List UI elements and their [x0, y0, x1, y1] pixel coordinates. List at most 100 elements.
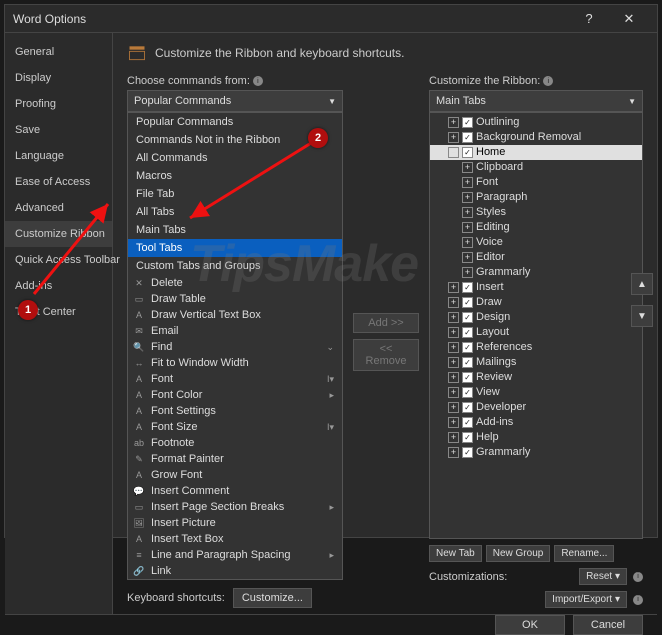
rename-button[interactable]: Rename... [554, 545, 614, 562]
tree-item[interactable]: +Font [430, 175, 642, 190]
command-item[interactable]: ↔Fit to Window Width [128, 355, 342, 371]
ok-button[interactable]: OK [495, 615, 565, 635]
move-up-button[interactable]: ▲ [631, 273, 653, 295]
command-item[interactable]: 🖼Insert Picture [128, 515, 342, 531]
command-item[interactable]: AFontI▾ [128, 371, 342, 387]
checkbox[interactable]: ✓ [462, 387, 473, 398]
tree-item[interactable]: +✓Review [430, 370, 642, 385]
dropdown-item[interactable]: Tool Tabs [128, 239, 342, 257]
checkbox[interactable]: ✓ [462, 357, 473, 368]
sidebar-item-add-ins[interactable]: Add-ins [5, 273, 112, 299]
checkbox[interactable]: ✓ [462, 402, 473, 413]
checkbox[interactable]: ✓ [462, 147, 473, 158]
sidebar-item-display[interactable]: Display [5, 65, 112, 91]
expand-icon[interactable]: + [448, 432, 459, 443]
tree-item[interactable]: +✓Insert [430, 280, 642, 295]
info-icon[interactable]: i [253, 76, 263, 86]
expand-icon[interactable]: + [448, 372, 459, 383]
command-item[interactable]: 💬Insert Comment [128, 483, 342, 499]
command-item[interactable]: AFont SizeI▾ [128, 419, 342, 435]
expand-icon[interactable]: + [448, 327, 459, 338]
checkbox[interactable]: ✓ [462, 327, 473, 338]
checkbox[interactable]: ✓ [462, 132, 473, 143]
remove-button[interactable]: << Remove [353, 339, 419, 371]
expand-icon[interactable]: + [448, 297, 459, 308]
expand-icon[interactable]: + [448, 447, 459, 458]
collapse-icon[interactable]: − [448, 147, 459, 158]
sidebar-item-proofing[interactable]: Proofing [5, 91, 112, 117]
dropdown-item[interactable]: Macros [128, 167, 342, 185]
cancel-button[interactable]: Cancel [573, 615, 643, 635]
checkbox[interactable]: ✓ [462, 297, 473, 308]
tree-item[interactable]: +Editor [430, 250, 642, 265]
expand-icon[interactable]: + [462, 207, 473, 218]
tree-item[interactable]: +✓Outlining [430, 115, 642, 130]
ribbon-tree[interactable]: +✓Outlining+✓Background Removal−✓Home+Cl… [429, 112, 643, 539]
tree-item[interactable]: +✓Developer [430, 400, 642, 415]
expand-icon[interactable]: + [448, 117, 459, 128]
checkbox[interactable]: ✓ [462, 342, 473, 353]
tree-item[interactable]: +Voice [430, 235, 642, 250]
expand-icon[interactable]: + [462, 252, 473, 263]
tree-item[interactable]: +✓Help [430, 430, 642, 445]
checkbox[interactable]: ✓ [462, 282, 473, 293]
tree-item[interactable]: +✓View [430, 385, 642, 400]
expand-icon[interactable]: + [462, 162, 473, 173]
help-button[interactable]: ? [569, 5, 609, 33]
expand-icon[interactable]: + [462, 267, 473, 278]
dropdown-item[interactable]: File Tab [128, 185, 342, 203]
sidebar-item-advanced[interactable]: Advanced [5, 195, 112, 221]
checkbox[interactable]: ✓ [462, 117, 473, 128]
command-item[interactable]: 🔗Link [128, 563, 342, 579]
tree-item[interactable]: +✓Mailings [430, 355, 642, 370]
dropdown-item[interactable]: All Commands [128, 149, 342, 167]
expand-icon[interactable]: + [448, 342, 459, 353]
command-item[interactable]: ≡Line and Paragraph Spacing▸ [128, 547, 342, 563]
choose-commands-combo[interactable]: Popular Commands ▼ [127, 90, 343, 112]
expand-icon[interactable]: + [462, 237, 473, 248]
tree-item[interactable]: −✓Home [430, 145, 642, 160]
expand-icon[interactable]: + [462, 177, 473, 188]
expand-icon[interactable]: + [448, 402, 459, 413]
expand-icon[interactable]: + [448, 357, 459, 368]
move-down-button[interactable]: ▼ [631, 305, 653, 327]
tree-item[interactable]: +Editing [430, 220, 642, 235]
new-group-button[interactable]: New Group [486, 545, 551, 562]
checkbox[interactable]: ✓ [462, 417, 473, 428]
new-tab-button[interactable]: New Tab [429, 545, 482, 562]
command-item[interactable]: AInsert Text Box [128, 531, 342, 547]
command-item[interactable]: ✉Email [128, 323, 342, 339]
sidebar-item-ease-of-access[interactable]: Ease of Access [5, 169, 112, 195]
tree-item[interactable]: +Grammarly [430, 265, 642, 280]
expand-icon[interactable]: + [448, 312, 459, 323]
command-item[interactable]: AFont Color▸ [128, 387, 342, 403]
sidebar-item-language[interactable]: Language [5, 143, 112, 169]
dropdown-item[interactable]: Main Tabs [128, 221, 342, 239]
checkbox[interactable]: ✓ [462, 312, 473, 323]
tree-item[interactable]: +✓Design [430, 310, 642, 325]
tree-item[interactable]: +Styles [430, 205, 642, 220]
import-export-button[interactable]: Import/Export ▾ [545, 591, 627, 608]
command-item[interactable]: AFont Settings [128, 403, 342, 419]
command-item[interactable]: ✕Delete [128, 275, 342, 291]
reset-button[interactable]: Reset ▾ [579, 568, 627, 585]
checkbox[interactable]: ✓ [462, 432, 473, 443]
sidebar-item-general[interactable]: General [5, 39, 112, 65]
sidebar-item-customize-ribbon[interactable]: Customize Ribbon [5, 221, 112, 247]
dropdown-item[interactable]: All Tabs [128, 203, 342, 221]
info-icon[interactable]: i [543, 76, 553, 86]
tree-item[interactable]: +Clipboard [430, 160, 642, 175]
tree-item[interactable]: +✓Add-ins [430, 415, 642, 430]
expand-icon[interactable]: + [448, 132, 459, 143]
command-item[interactable]: ✎Format Painter [128, 451, 342, 467]
command-item[interactable]: AGrow Font [128, 467, 342, 483]
close-button[interactable]: ✕ [609, 5, 649, 33]
tree-item[interactable]: +✓Draw [430, 295, 642, 310]
expand-icon[interactable]: + [462, 222, 473, 233]
expand-icon[interactable]: + [448, 417, 459, 428]
dropdown-item[interactable]: Popular Commands [128, 113, 342, 131]
expand-icon[interactable]: + [448, 387, 459, 398]
sidebar-item-quick-access-toolbar[interactable]: Quick Access Toolbar [5, 247, 112, 273]
checkbox[interactable]: ✓ [462, 447, 473, 458]
tree-item[interactable]: +✓Grammarly [430, 445, 642, 460]
